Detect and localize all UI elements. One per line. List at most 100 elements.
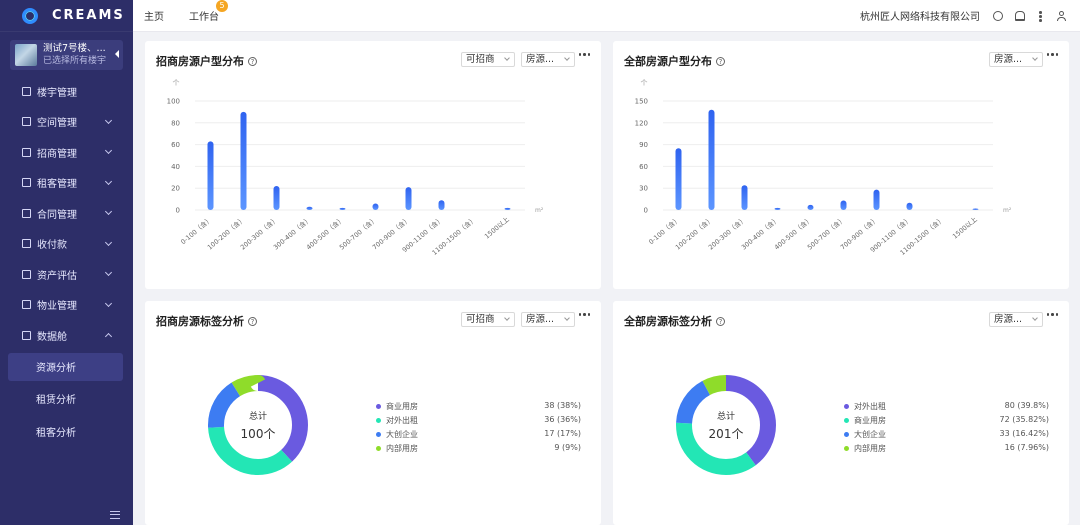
x-tick-label: 1500以上 [482, 214, 511, 240]
legend-label: 大创企业 [854, 429, 886, 439]
sidebar-item-3[interactable]: 租客管理 [0, 168, 133, 199]
legend-item[interactable]: 大创企业 [844, 429, 886, 439]
logo[interactable]: CREAMS [0, 0, 133, 32]
sidebar-item-label: 招商管理 [37, 148, 77, 160]
y-axis-label: 个 [173, 79, 180, 87]
legend-dot [844, 417, 849, 423]
legend-value: 36 (36%) [544, 415, 581, 424]
legend-dot [844, 445, 849, 451]
bell-icon[interactable] [1015, 11, 1025, 21]
bar [207, 141, 214, 210]
menu-item-icon [22, 117, 31, 127]
bar [840, 200, 847, 210]
chevron-down-icon [104, 116, 113, 124]
sidebar-item-label: 合同管理 [37, 209, 77, 221]
project-selector[interactable]: 测试7号楼、... 已选择所有楼宇 [10, 40, 123, 70]
legend-item[interactable]: 对外出租 [844, 401, 886, 411]
sidebar-submenu: 资源分析 租赁分析 租客分析 [0, 352, 133, 448]
donut-center: 总计 201个 [696, 409, 756, 442]
legend-item[interactable]: 大创企业 [376, 429, 418, 439]
bar [273, 186, 280, 210]
menu-item-icon [22, 178, 31, 188]
donut-legend: 商业用房 38 (38%) 对外出租 36 (36%) 大创企业 17 (17%) 内部用房… [376, 401, 581, 453]
company-name[interactable]: 杭州匠人网络科技有限公司 [860, 8, 980, 23]
tab-home[interactable]: 主页 [144, 8, 164, 23]
sidebar-item-8[interactable]: 数据舱 [0, 320, 133, 351]
legend-item[interactable]: 商业用房 [844, 415, 886, 425]
y-tick-label: 0 [176, 207, 180, 215]
legend-value: 72 (35.82%) [999, 415, 1049, 424]
donut-center: 总计 100个 [228, 409, 288, 442]
legend-value: 9 (9%) [554, 443, 581, 452]
x-tick-label: 0-100（含） [179, 215, 214, 247]
legend-item[interactable]: 内部用房 [844, 443, 886, 453]
card-all-unit-distribution: 全部房源户型分布? 房源... 个 0 30 60 90 120 150 m² 0-100（含）… [613, 41, 1069, 289]
tab-workbench-label: 工作台 [189, 12, 219, 23]
legend-label: 内部用房 [386, 443, 418, 453]
notification-badge: 5 [216, 0, 228, 12]
menu-item-icon [22, 147, 31, 157]
chevron-down-icon [104, 268, 113, 277]
logo-text: CREAMS [52, 8, 125, 23]
bar [438, 200, 445, 210]
sidebar-item-label: 物业管理 [37, 301, 77, 313]
sidebar-item-6[interactable]: 资产评估 [0, 259, 133, 290]
bar [306, 206, 313, 210]
bar [807, 204, 814, 210]
bar-chart-all: 个0306090120150m²0-100（含）100-200（含）200-30… [635, 79, 1012, 257]
y-tick-label: 40 [171, 163, 180, 171]
legend-dot [844, 403, 849, 409]
sidebar-item-4[interactable]: 合同管理 [0, 198, 133, 229]
bar [972, 208, 979, 210]
more-vertical-icon[interactable] [1039, 11, 1042, 22]
sidebar-item-label: 空间管理 [37, 118, 77, 130]
legend-label: 商业用房 [386, 401, 418, 411]
legend-value: 17 (17%) [544, 429, 581, 438]
sidebar-item-7[interactable]: 物业管理 [0, 290, 133, 321]
tab-workbench[interactable]: 工作台 5 [189, 0, 228, 23]
bar [675, 148, 682, 210]
x-axis-label: m² [535, 207, 544, 214]
user-icon[interactable] [1056, 11, 1066, 21]
gear-icon[interactable] [993, 11, 1003, 21]
sidebar-item-1[interactable]: 空间管理 [0, 107, 133, 138]
donut-legend: 对外出租 80 (39.8%) 商业用房 72 (35.82%) 大创企业 33 (16.… [844, 401, 1049, 453]
sidebar-item-label: 数据舱 [37, 331, 67, 343]
legend-value: 38 (38%) [544, 401, 581, 410]
sidebar-item-0[interactable]: 楼宇管理 [0, 76, 133, 107]
top-bar: 主页 工作台 5 杭州匠人网络科技有限公司 [133, 0, 1080, 32]
y-tick-label: 20 [171, 185, 180, 193]
sidebar-subitem-1[interactable]: 租赁分析 [0, 383, 133, 416]
y-tick-label: 60 [639, 163, 648, 171]
sidebar-item-5[interactable]: 收付款 [0, 229, 133, 260]
legend-item[interactable]: 内部用房 [376, 443, 418, 453]
legend-value: 80 (39.8%) [1004, 401, 1049, 410]
collapse-menu-icon[interactable] [110, 511, 120, 519]
bar [774, 207, 781, 210]
menu-item-icon [22, 208, 31, 218]
legend-item[interactable]: 商业用房 [376, 401, 418, 411]
sidebar-subitem-0[interactable]: 资源分析 [8, 352, 123, 381]
sidebar-item-label: 租客管理 [37, 179, 77, 191]
legend-dot [844, 431, 849, 437]
legend-value: 33 (16.42%) [999, 429, 1049, 438]
menu-item-icon [22, 269, 31, 279]
card-leasable-tag-analysis: 招商房源标签分析? 可招商 房源... 总计 100个 商业用房 38 (38%)… [145, 301, 601, 525]
y-tick-label: 60 [171, 141, 180, 149]
chevron-down-icon [104, 238, 113, 246]
caret-left-icon [115, 50, 119, 58]
sidebar-subitem-2[interactable]: 租客分析 [0, 415, 133, 448]
menu-item-icon [22, 86, 31, 96]
donut-center-label: 总计 [248, 412, 267, 422]
sidebar-item-label: 资产评估 [37, 270, 77, 282]
legend-label: 对外出租 [854, 401, 886, 411]
sidebar: CREAMS 测试7号楼、... 已选择所有楼宇 楼宇管理空间管理招商管理租客管… [0, 0, 133, 525]
bar [906, 202, 913, 210]
legend-label: 大创企业 [386, 429, 418, 439]
y-tick-label: 100 [167, 98, 180, 106]
bar [708, 109, 715, 210]
y-tick-label: 90 [639, 141, 648, 149]
sidebar-item-2[interactable]: 招商管理 [0, 137, 133, 168]
project-thumbnail [15, 44, 37, 66]
legend-item[interactable]: 对外出租 [376, 415, 418, 425]
